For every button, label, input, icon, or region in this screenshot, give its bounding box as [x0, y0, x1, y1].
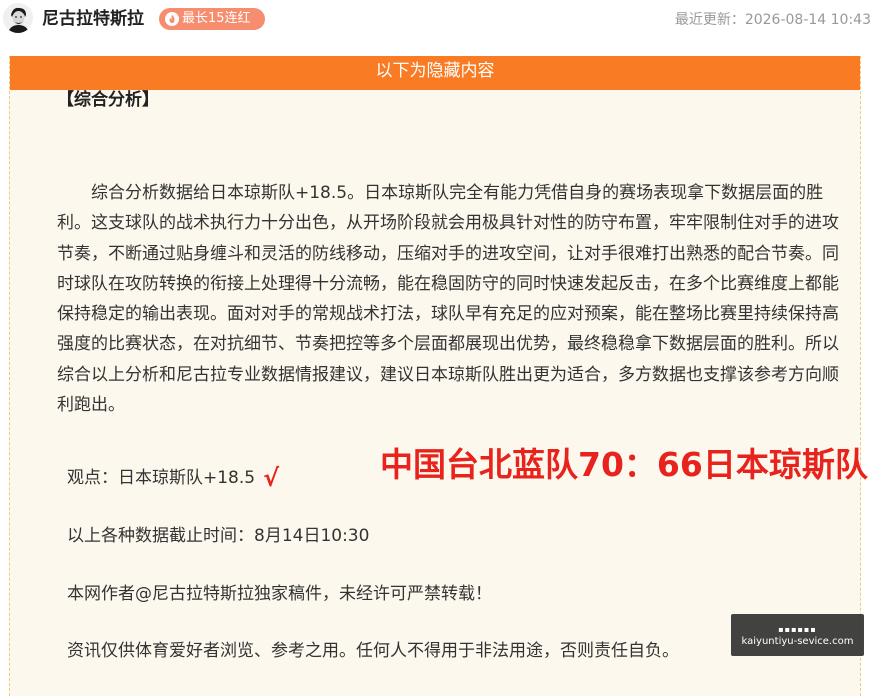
article-header: 尼古拉特斯拉 最长15连红 最近更新：2026-08-14 10:43 — [0, 0, 875, 40]
data-cutoff-time: 以上各种数据截止时间：8月14日10:30 — [67, 526, 370, 546]
streak-badge: 最长15连红 — [159, 8, 265, 30]
section-title: 【综合分析】 — [57, 90, 159, 110]
flame-icon — [165, 12, 179, 26]
viewpoint: 观点：日本琼斯队+18.5 √ — [67, 466, 279, 490]
author-name[interactable]: 尼古拉特斯拉 — [42, 8, 144, 30]
viewpoint-text: 观点：日本琼斯队+18.5 — [67, 468, 256, 488]
watermark: ▪▪▪▪▪▪ kaiyuntiyu-sevice.com — [731, 614, 864, 656]
watermark-top-text: ▪▪▪▪▪▪ — [778, 625, 817, 634]
watermark-url: kaiyuntiyu-sevice.com — [741, 636, 854, 647]
disclaimer: 资讯仅供体育爱好者浏览、参考之用。任何人不得用于非法用途，否则责任自负。 — [67, 641, 679, 661]
tesla-portrait-avatar-icon — [3, 3, 33, 33]
update-time: 最近更新：2026-08-14 10:43 — [674, 12, 871, 28]
copyright-notice: 本网作者@尼古拉特斯拉独家稿件，未经许可严禁转载！ — [67, 584, 492, 604]
analysis-paragraph: 综合分析数据给日本琼斯队+18.5。日本琼斯队完全有能力凭借自身的赛场表现拿下数… — [57, 183, 839, 416]
score-result: 中国台北蓝队70：66日本琼斯队 — [380, 445, 868, 484]
hidden-content-bar: 以下为隐藏内容 — [10, 56, 860, 90]
streak-badge-label: 最长15连红 — [182, 11, 251, 26]
author-avatar[interactable] — [3, 3, 33, 33]
check-mark-icon: √ — [263, 464, 280, 492]
